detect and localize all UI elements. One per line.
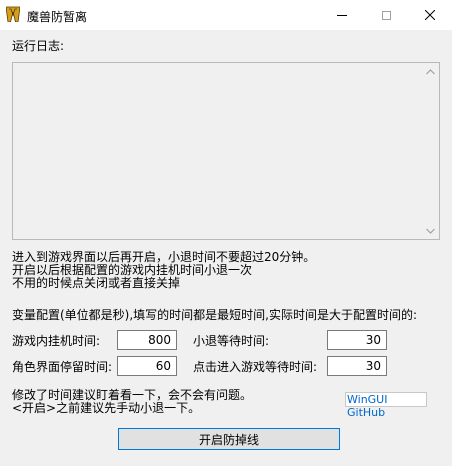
config-heading: 变量配置(单位都是秒),填写的时间都是最短时间,实际时间是大于配置时间的: [12, 308, 418, 322]
char-screen-input[interactable]: 60 [117, 356, 177, 376]
minimize-icon [337, 14, 347, 16]
window-title: 魔兽防暂离 [27, 10, 88, 24]
maximize-icon [381, 10, 391, 20]
field-label-enter-game-wait: 点击进入游戏等待时间: [193, 360, 318, 374]
idle-time-input[interactable]: 800 [117, 330, 177, 350]
logout-wait-input[interactable]: 30 [327, 330, 387, 350]
close-icon [425, 10, 435, 20]
title-bar[interactable]: 魔兽防暂离 [0, 0, 452, 30]
log-scrollbar[interactable] [422, 63, 439, 239]
close-button[interactable] [408, 0, 452, 30]
enter-game-wait-input[interactable]: 30 [327, 356, 387, 376]
field-label-idle-time: 游戏内挂机时间: [12, 334, 101, 348]
note-line: 不用的时候点关闭或者直接关掉 [12, 276, 181, 290]
log-label: 运行日志: [12, 39, 65, 53]
maximize-button[interactable] [364, 0, 408, 30]
warcraft-w-logo-icon [6, 6, 20, 22]
chevron-down-icon[interactable] [422, 222, 439, 239]
start-button[interactable]: 开启防掉线 [118, 428, 340, 450]
field-label-char-screen: 角色界面停留时间: [12, 360, 113, 374]
chevron-up-icon[interactable] [422, 63, 439, 80]
log-textarea[interactable] [12, 62, 440, 240]
minimize-button[interactable] [320, 0, 364, 30]
field-label-logout-wait: 小退等待时间: [193, 334, 270, 348]
hint-line: <开启>之前建议先手动小退一下。 [12, 401, 201, 415]
github-link[interactable]: WinGUI GitHub [345, 392, 427, 419]
